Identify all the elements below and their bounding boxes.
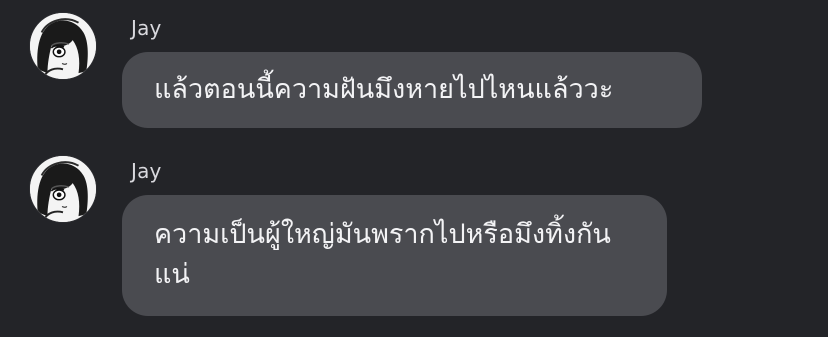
sender-name: Jay [131,16,162,40]
anime-avatar-icon [30,13,96,79]
message-text: ความเป็นผู้ใหญ่มันพรากไปหรือมึงทิ้งกันแน… [154,219,611,290]
message-bubble[interactable]: ความเป็นผู้ใหญ่มันพรากไปหรือมึงทิ้งกันแน… [122,195,667,316]
anime-avatar-icon [30,156,96,222]
sender-name: Jay [131,159,162,183]
avatar[interactable] [29,155,97,223]
message-bubble[interactable]: แล้วตอนนี้ความฝันมึงหายไปไหนแล้ววะ [122,52,702,128]
message-text: แล้วตอนนี้ความฝันมึงหายไปไหนแล้ววะ [154,74,614,105]
avatar[interactable] [29,12,97,80]
